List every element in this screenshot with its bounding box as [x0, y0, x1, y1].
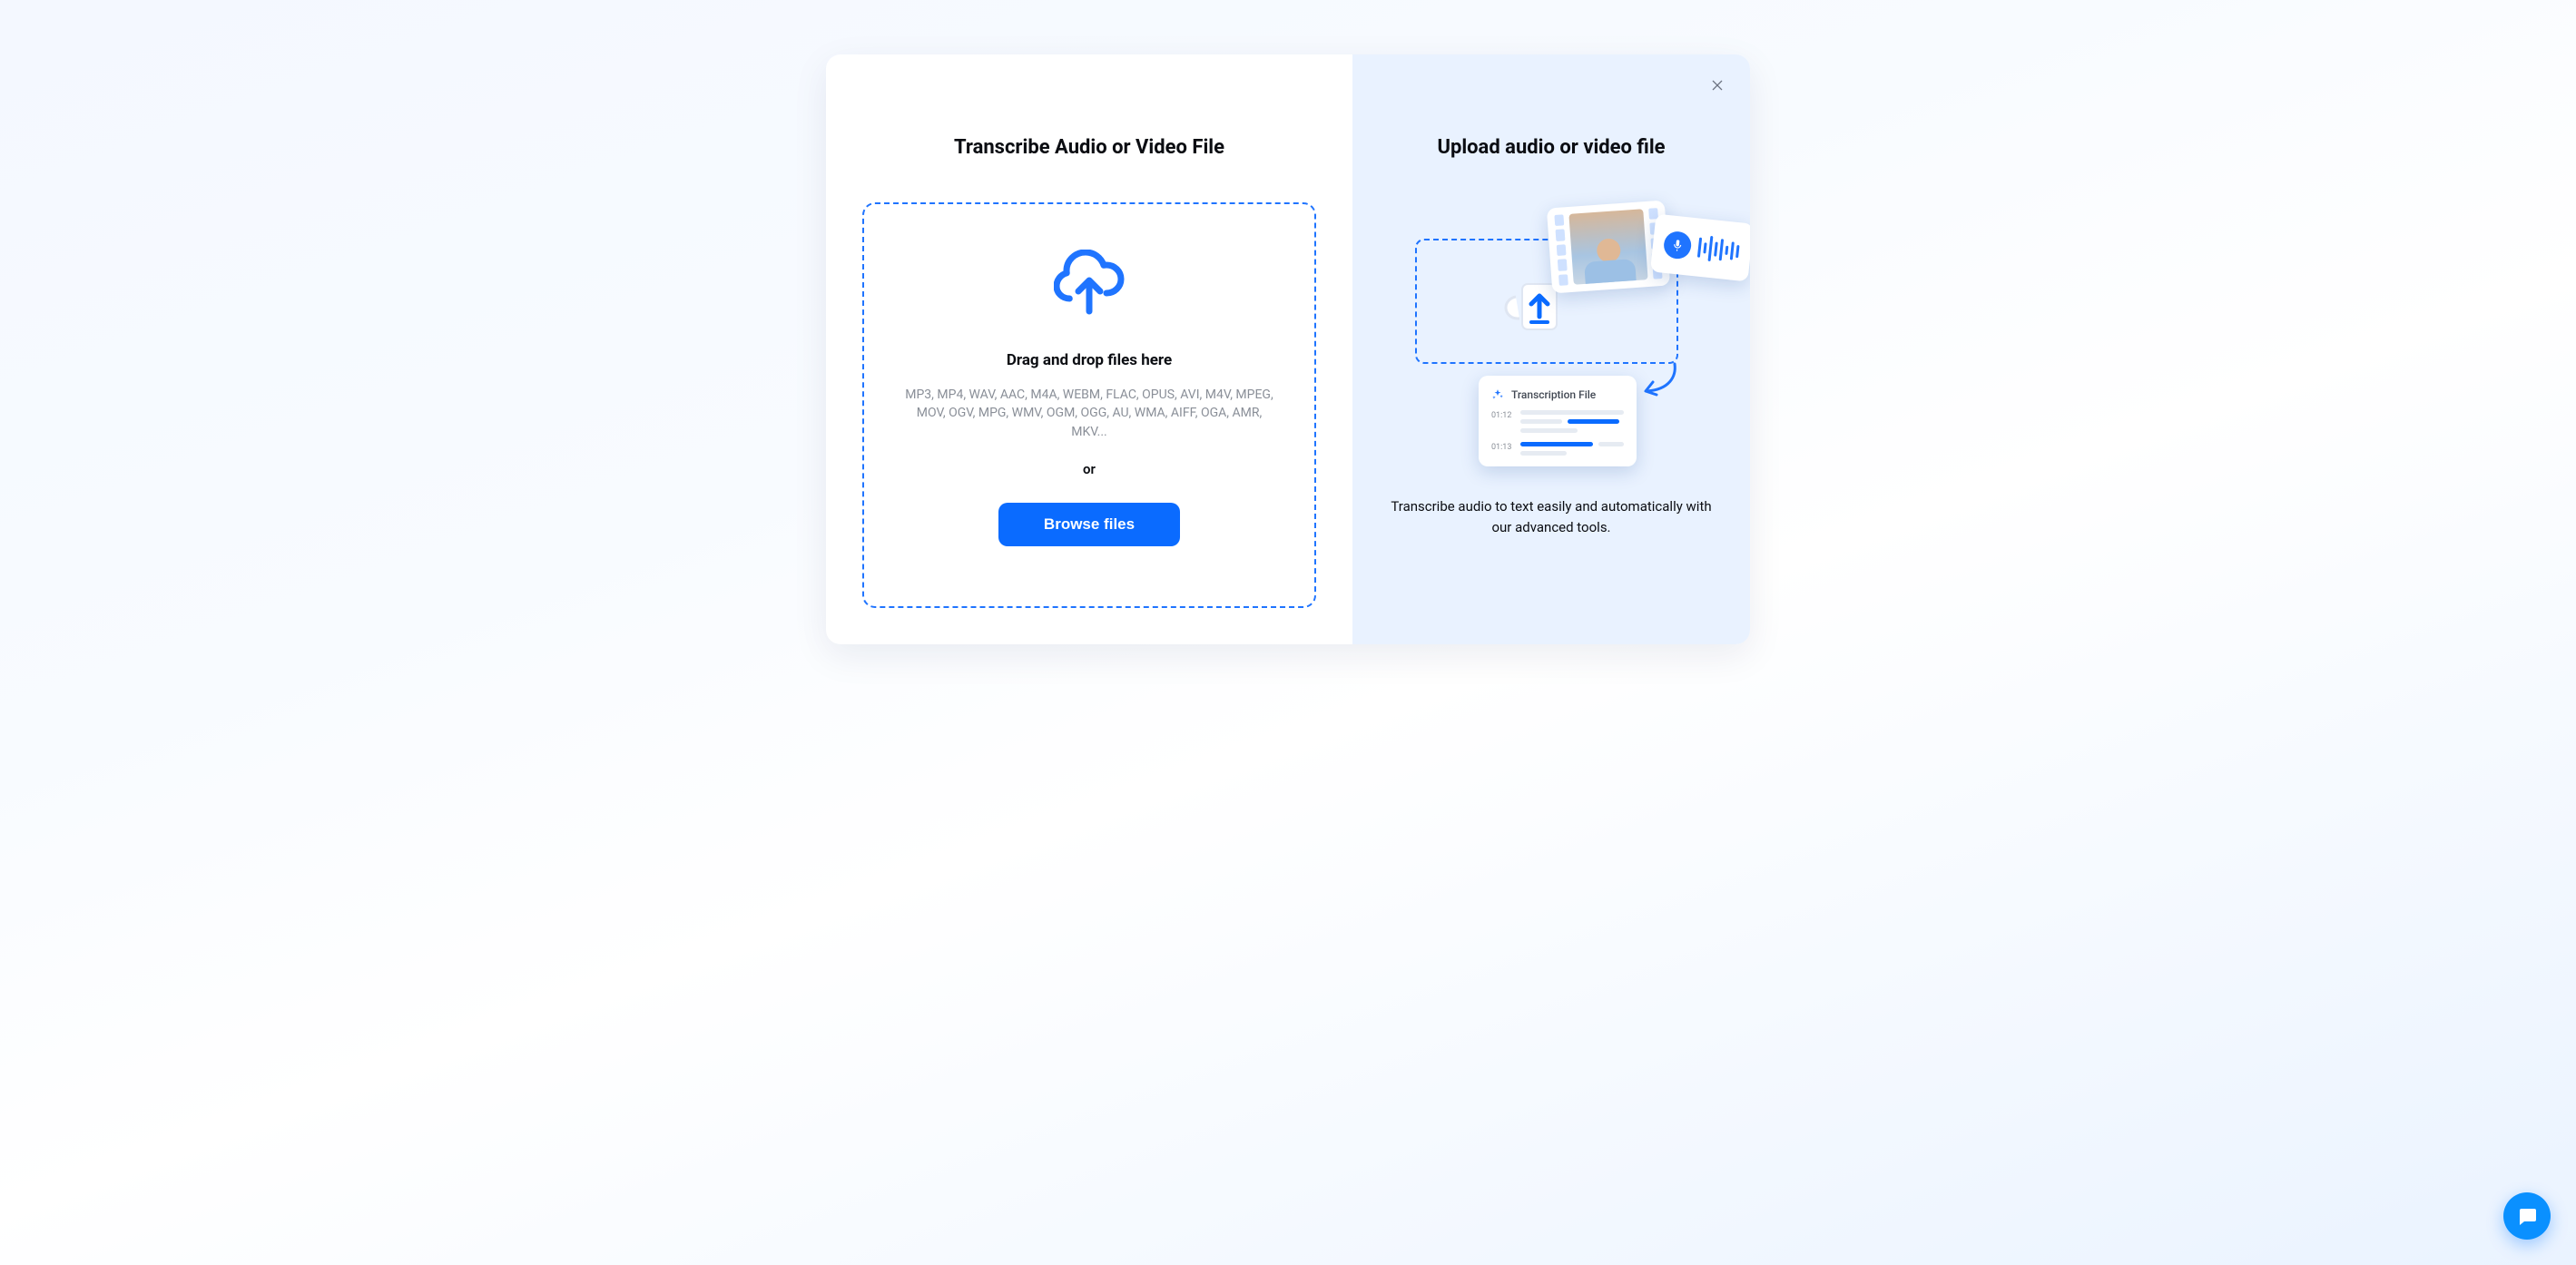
illustration-audio-card-icon [1650, 214, 1750, 282]
upload-modal: Transcribe Audio or Video File Drag and … [826, 54, 1750, 644]
upload-panel-title: Transcribe Audio or Video File [954, 136, 1224, 159]
dropzone-or: or [1083, 461, 1096, 477]
sparkle-icon [1491, 388, 1504, 401]
transcription-row: 01:12 [1491, 410, 1624, 433]
transcription-row: 01:13 [1491, 442, 1624, 456]
upload-panel: Transcribe Audio or Video File Drag and … [826, 54, 1352, 644]
transcription-timestamp: 01:13 [1491, 442, 1513, 452]
chat-icon [2516, 1205, 2538, 1227]
cloud-upload-icon [1054, 250, 1125, 319]
close-button[interactable] [1705, 73, 1730, 98]
illustration-arrow-icon [1637, 360, 1682, 406]
waveform-icon [1696, 232, 1740, 268]
info-panel-title: Upload audio or video file [1437, 136, 1665, 159]
transcription-timestamp: 01:12 [1491, 410, 1513, 420]
chat-button[interactable] [2503, 1192, 2551, 1240]
info-panel: Upload audio or video file [1352, 54, 1750, 644]
upload-illustration: Transcription File 01:12 01:13 [1415, 199, 1687, 471]
info-panel-description: Transcribe audio to text easily and auto… [1388, 496, 1715, 537]
microphone-icon [1663, 230, 1693, 260]
close-icon [1710, 78, 1725, 93]
transcription-card-title: Transcription File [1511, 388, 1596, 401]
dropzone-heading: Drag and drop files here [1007, 351, 1172, 369]
dropzone-formats: MP3, MP4, WAV, AAC, M4A, WEBM, FLAC, OPU… [900, 386, 1278, 441]
browse-files-button[interactable]: Browse files [998, 503, 1180, 546]
file-dropzone[interactable]: Drag and drop files here MP3, MP4, WAV, … [862, 202, 1316, 608]
illustration-video-card-icon [1547, 201, 1670, 294]
illustration-transcription-card: Transcription File 01:12 01:13 [1479, 376, 1637, 466]
